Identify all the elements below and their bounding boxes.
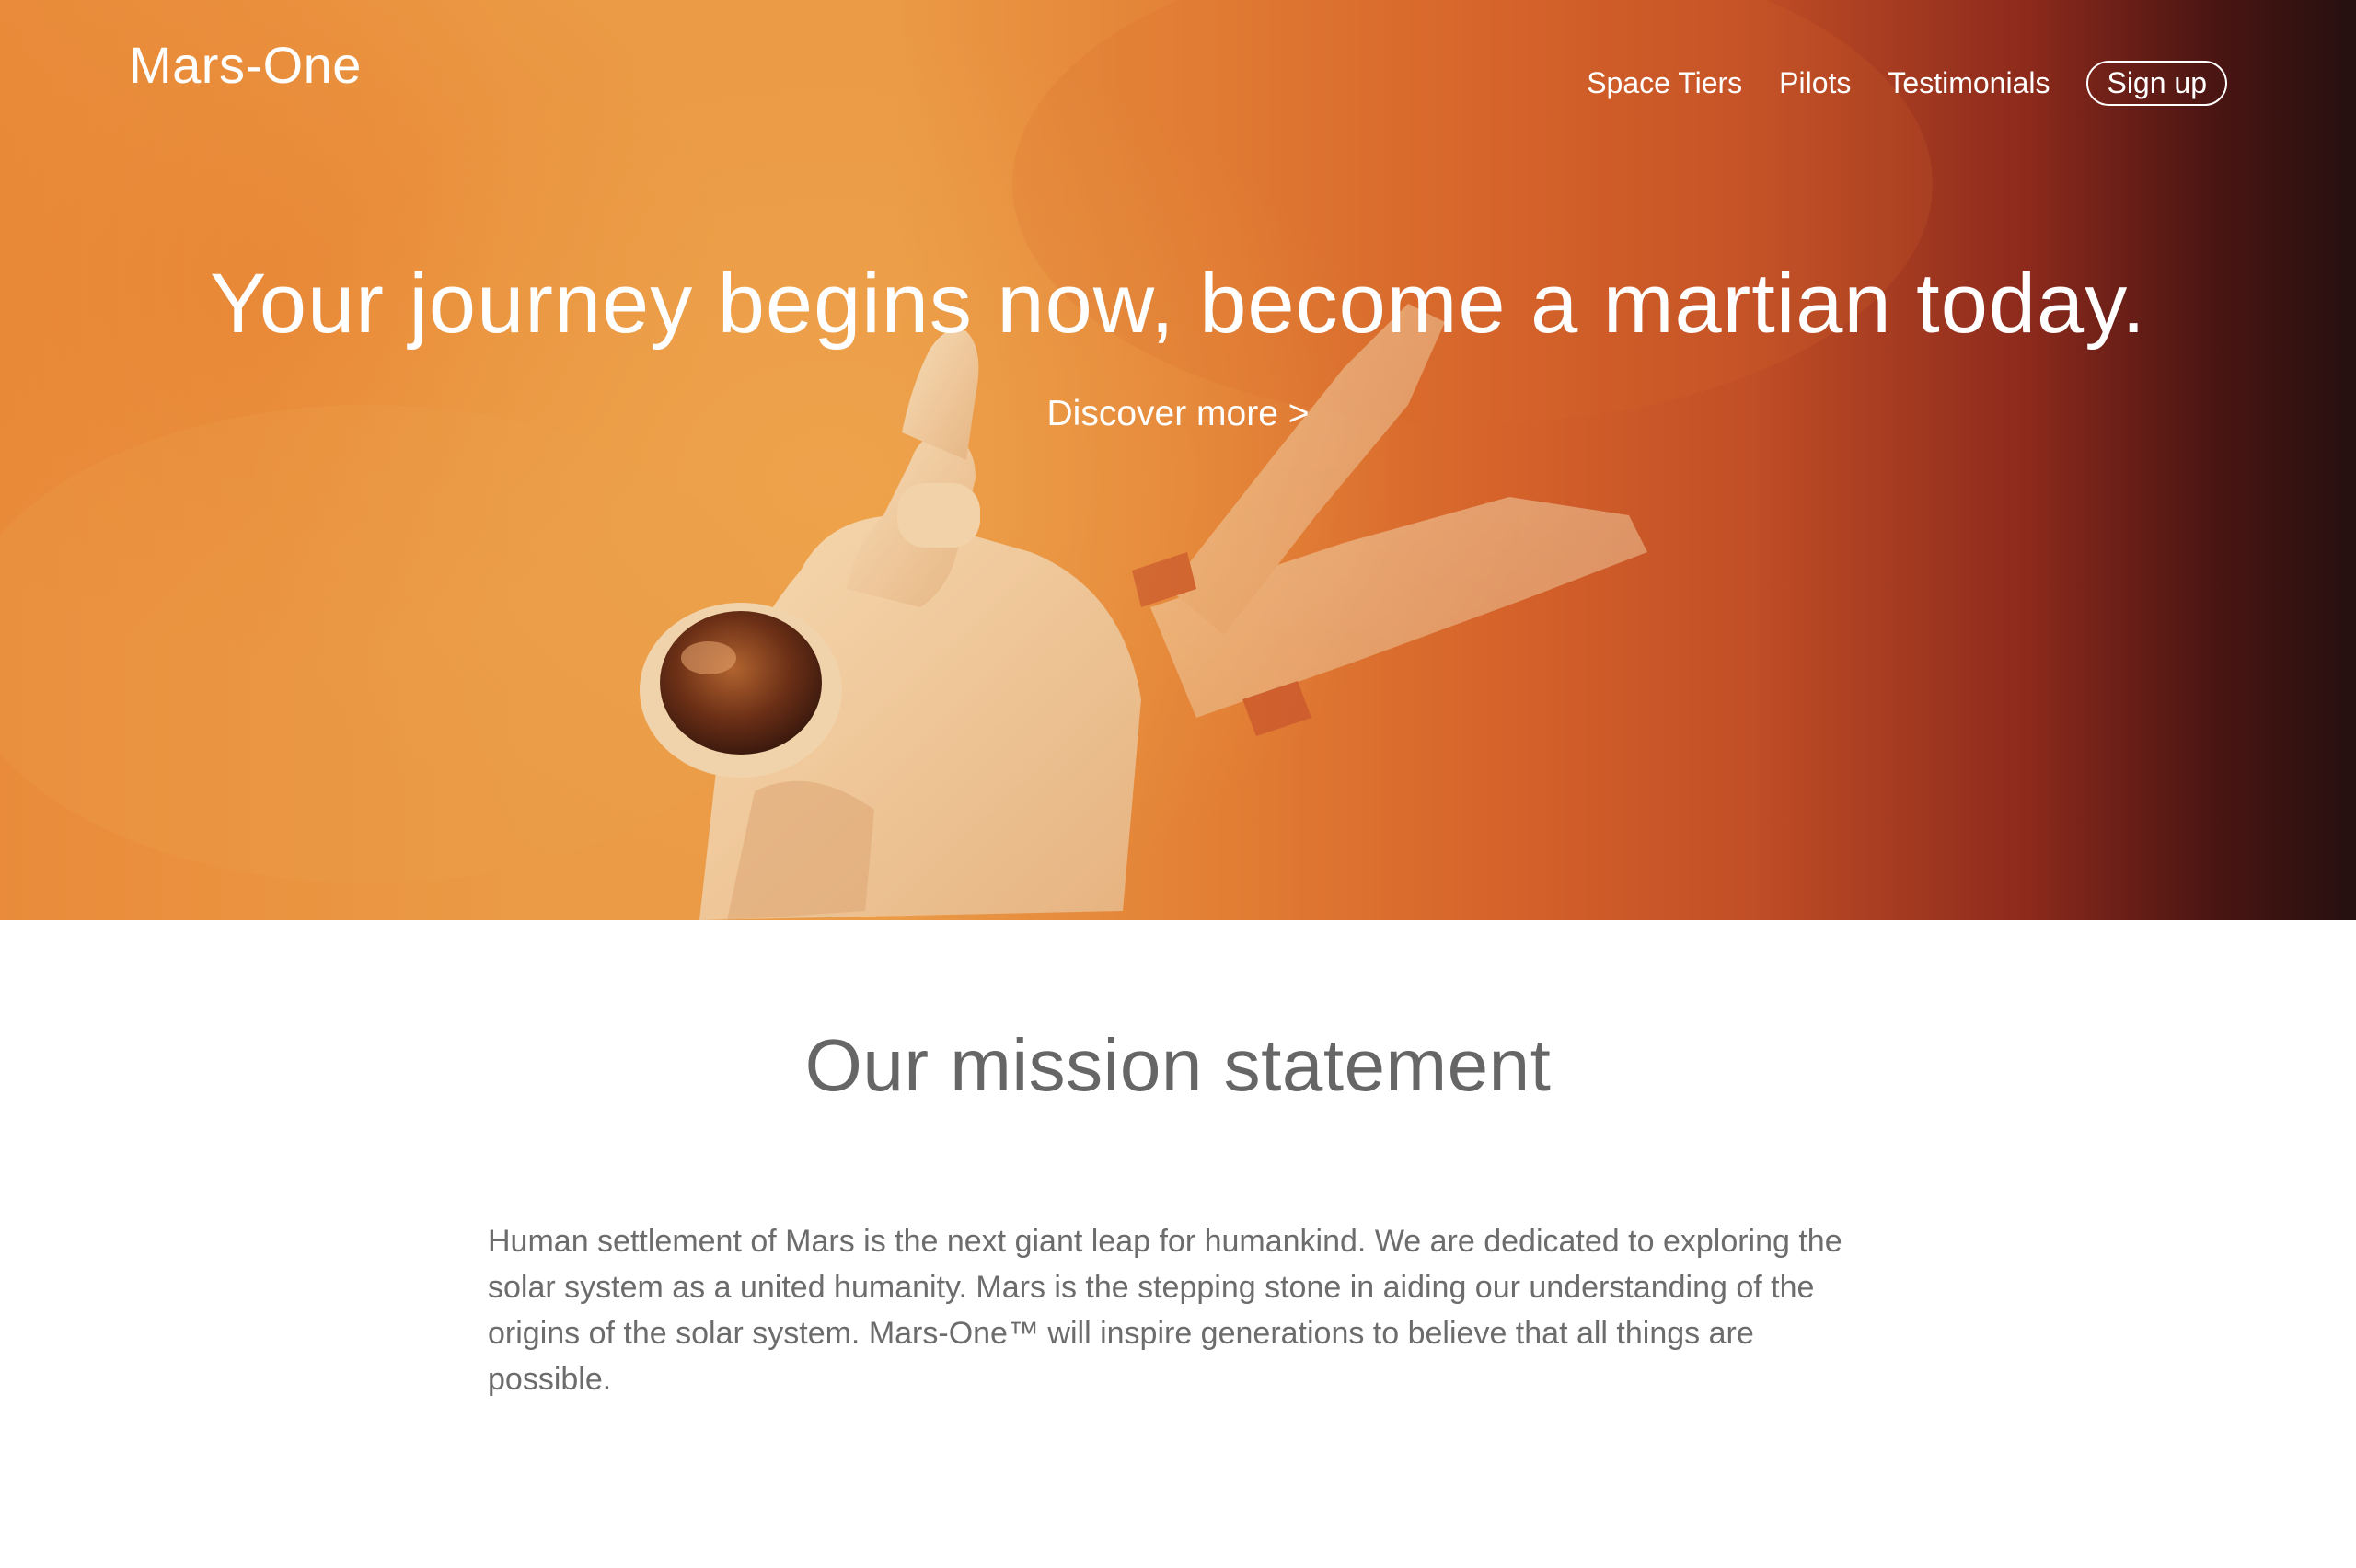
astronaut-illustration (0, 0, 1933, 920)
discover-more-link[interactable]: Discover more > (1047, 394, 1310, 433)
mission-body: Human settlement of Mars is the next gia… (488, 1224, 1842, 1397)
mission-title: Our mission statement (804, 1024, 1552, 1106)
main-nav: Space Tiers Pilots Testimonials Sign up (1550, 61, 2227, 106)
mission-section: Our mission statement Human settlement o… (0, 920, 2356, 1568)
hero-headline: Your journey begins now, become a martia… (210, 257, 2146, 351)
hero-cta-wrapper: Discover more > (0, 394, 2356, 434)
brand-logo[interactable]: Mars-One (129, 35, 362, 95)
nav-space-tiers[interactable]: Space Tiers (1587, 66, 1742, 100)
hero-section: Mars-One Space Tiers Pilots Testimonials… (0, 0, 2356, 920)
nav-pilots[interactable]: Pilots (1779, 66, 1851, 100)
sign-up-button[interactable]: Sign up (2086, 61, 2227, 106)
nav-testimonials[interactable]: Testimonials (1888, 66, 2050, 100)
